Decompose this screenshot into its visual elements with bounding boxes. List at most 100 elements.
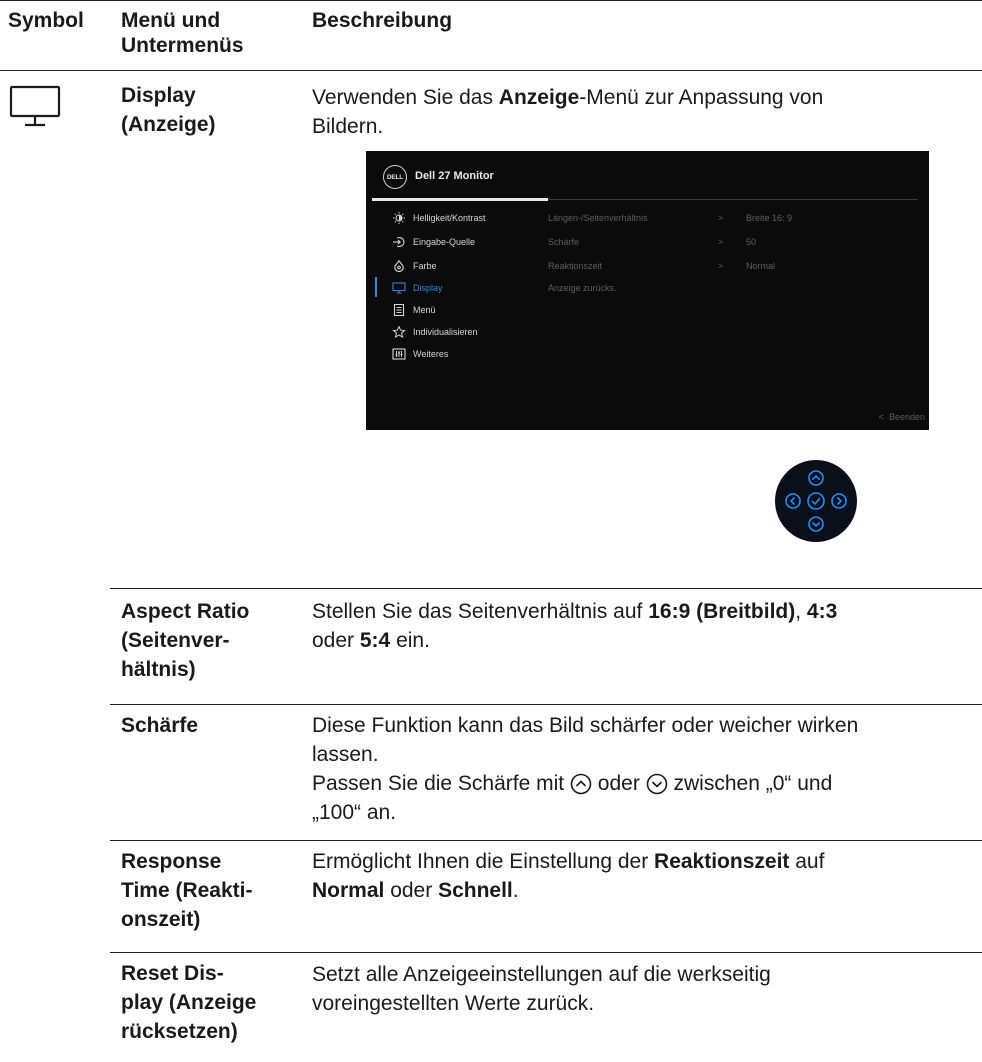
star-icon (392, 326, 406, 338)
color-icon (392, 260, 406, 272)
others-icon (392, 348, 406, 360)
osd-item-color[interactable]: Farbe (392, 259, 437, 273)
response-name-line: Response (121, 850, 222, 873)
osd-exit-label: Beenden (888, 412, 925, 422)
osd-active-tab-indicator (372, 198, 548, 201)
osd-sub-response[interactable]: Reaktionszeit (548, 261, 602, 271)
response-desc-text: . (512, 879, 519, 902)
display-icon (392, 282, 406, 294)
aspect-name-line: Aspect Ratio (121, 600, 250, 623)
osd-item-others[interactable]: Weiteres (392, 347, 448, 361)
aspect-desc-text: oder (312, 629, 360, 652)
aspect-desc-text: , (795, 600, 807, 623)
header-menu: Menü und Untermenüs (121, 8, 244, 58)
display-name-line2: (Anzeige) (121, 113, 216, 136)
aspect-desc-bold: 5:4 (359, 629, 391, 652)
row-rule-sharpness (110, 704, 982, 705)
chevron-down-circle-icon (646, 773, 668, 795)
aspect-name-line: (Seitenver- (121, 629, 230, 652)
response-desc-text: auf (789, 850, 825, 873)
osd-sub-sharpness-arrow: > (718, 237, 724, 247)
header-top-rule (0, 0, 982, 1)
aspect-desc-bold: 16:9 (Breitbild) (648, 600, 796, 623)
aspect-desc-line1: Stellen Sie das Seitenverhältnis auf 16:… (312, 597, 972, 626)
osd-active-item-bar (375, 277, 377, 297)
display-description: Verwenden Sie das Anzeige-Menü zur Anpas… (312, 83, 972, 141)
header-bottom-rule (0, 70, 982, 71)
row-rule-response (110, 840, 982, 841)
input-source-icon (392, 236, 406, 248)
osd-sub-aspect-arrow: > (718, 213, 724, 223)
response-desc-bold: Schnell (438, 879, 513, 902)
response-name-line: onszeit) (121, 908, 201, 931)
response-desc-text: oder (384, 879, 439, 902)
header-menu-line1: Menü und (121, 9, 221, 32)
osd-item-personalize[interactable]: Individualisieren (392, 325, 478, 339)
aspect-desc-line2: oder 5:4 ein. (312, 626, 972, 655)
osd-item-input-source[interactable]: Eingabe-Quelle (392, 235, 475, 249)
response-desc-line2: Normal oder Schnell. (312, 876, 972, 905)
sharpness-name: Schärfe (121, 714, 199, 737)
dell-logo: DELL (383, 165, 407, 189)
osd-sub-sharpness[interactable]: Schärfe (548, 237, 579, 247)
header-description: Beschreibung (312, 9, 453, 32)
header-menu-line2: Untermenüs (121, 34, 244, 57)
osd-title: Dell 27 Monitor (415, 170, 494, 182)
osd-sub-aspect-value: Breite 16: 9 (746, 213, 793, 223)
osd-item-label: Display (413, 283, 443, 293)
osd-sub-response-value: Normal (746, 261, 776, 271)
monitor-icon (9, 85, 61, 134)
aspect-desc-bold: 4:3 (806, 600, 838, 623)
sharpness-desc-text: oder (591, 772, 646, 795)
response-name-line: Time (Reakti- (121, 879, 253, 902)
display-name-line1: Display (121, 84, 196, 107)
display-desc-bold: Anzeige (498, 86, 580, 109)
reset-display-name: Reset Dis- play (Anzeige rücksetzen) (121, 959, 256, 1046)
osd-item-brightness[interactable]: Helligkeit/Kontrast (392, 211, 486, 225)
sharpness-desc-text: Passen Sie die Schärfe mit (312, 772, 570, 795)
reset-desc-line1: Setzt alle Anzeigeeinstellungen auf die … (312, 963, 771, 986)
osd-item-label: Menü (413, 305, 436, 315)
sharpness-desc-text: zwischen „0“ und (667, 772, 833, 795)
display-desc-prefix: Verwenden Sie das (312, 86, 499, 109)
reset-name-line: Reset Dis- (121, 962, 224, 985)
osd-screenshot: DELL Dell 27 Monitor Helligkeit/Kontrast… (366, 151, 929, 430)
brightness-icon (392, 212, 406, 224)
reset-display-description: Setzt alle Anzeigeeinstellungen auf die … (312, 960, 972, 1018)
osd-sub-aspect[interactable]: Längen-/Seitenverhältnis (548, 213, 648, 223)
osd-exit-button[interactable]: < Beenden (879, 412, 925, 422)
osd-item-label: Helligkeit/Kontrast (413, 213, 486, 223)
reset-desc-line2: voreingestellten Werte zurück. (312, 992, 595, 1015)
display-desc-suffix: -Menü zur Anpassung von (579, 86, 824, 109)
response-desc-line1: Ermöglicht Ihnen die Einstellung der Rea… (312, 847, 972, 876)
osd-item-menu[interactable]: Menü (392, 303, 436, 317)
osd-item-label: Eingabe-Quelle (413, 237, 476, 247)
sharpness-desc-line3: Passen Sie die Schärfe mit oder zwischen… (312, 769, 972, 798)
display-desc-line2: Bildern. (312, 115, 384, 138)
reset-name-line: rücksetzen) (121, 1020, 238, 1043)
menu-icon (392, 304, 406, 316)
osd-item-display[interactable]: Display (392, 281, 443, 295)
aspect-ratio-description: Stellen Sie das Seitenverhältnis auf 16:… (312, 597, 972, 655)
aspect-name-line: hältnis) (121, 658, 196, 681)
response-time-name: Response Time (Reakti- onszeit) (121, 847, 253, 934)
header-symbol: Symbol (8, 9, 84, 32)
response-desc-bold: Normal (312, 879, 385, 902)
aspect-desc-text: ein. (390, 629, 430, 652)
osd-exit-arrow: < (878, 412, 884, 422)
response-time-description: Ermöglicht Ihnen die Einstellung der Rea… (312, 847, 972, 905)
display-desc-line1: Verwenden Sie das Anzeige-Menü zur Anpas… (312, 83, 972, 112)
response-desc-text: Ermöglicht Ihnen die Einstellung der (312, 850, 655, 873)
row-rule-reset (110, 952, 982, 953)
osd-item-label: Weiteres (413, 349, 449, 359)
chevron-up-circle-icon (570, 773, 592, 795)
aspect-ratio-name: Aspect Ratio (Seitenver- hältnis) (121, 597, 249, 684)
osd-sub-sharpness-value: 50 (746, 237, 757, 247)
osd-sub-reset[interactable]: Anzeige zurücks. (548, 283, 617, 293)
sharpness-desc-line4: „100“ an. (312, 801, 397, 824)
sharpness-description: Diese Funktion kann das Bild schärfer od… (312, 711, 972, 827)
reset-name-line: play (Anzeige (121, 991, 257, 1014)
osd-item-label: Farbe (413, 261, 437, 271)
response-desc-bold: Reaktionszeit (654, 850, 790, 873)
osd-item-label: Individualisieren (413, 327, 478, 337)
